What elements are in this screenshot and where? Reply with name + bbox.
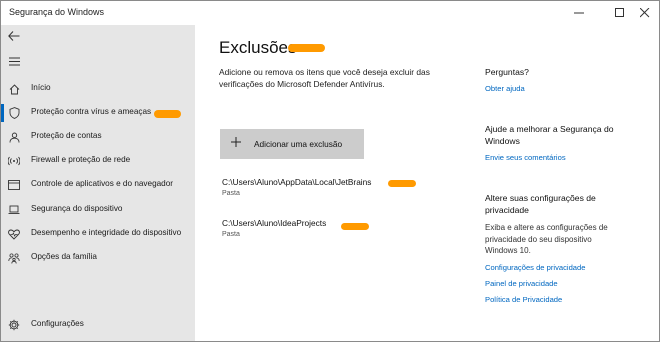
maximize-icon	[615, 8, 624, 17]
hamburger-menu-button[interactable]	[5, 52, 23, 70]
improve-heading: Ajude a melhorar a Segurança do Windows	[485, 124, 614, 146]
back-arrow-icon	[8, 31, 20, 41]
shield-icon	[8, 107, 20, 119]
sidebar-item-label: Desempenho e integridade do dispositivo	[31, 228, 182, 237]
family-icon	[8, 252, 20, 264]
sidebar-item-device-security[interactable]: Segurança do dispositivo	[1, 199, 195, 221]
add-exclusion-label: Adicionar uma exclusão	[254, 139, 343, 149]
privacy-heading: Altere suas configurações de privacidade	[485, 193, 596, 215]
redaction-mark	[288, 44, 325, 52]
back-button[interactable]	[5, 27, 23, 45]
plus-icon	[231, 137, 241, 147]
antenna-icon	[8, 155, 20, 167]
sidebar-item-label: Proteção contra vírus e ameaças	[31, 107, 152, 116]
sidebar-item-label: Proteção de contas	[31, 131, 102, 140]
app-window: Segurança do Windows Início Proteção con…	[0, 0, 660, 342]
sidebar-item-label: Início	[31, 83, 51, 92]
privacy-section: Altere suas configurações de privacidade…	[485, 192, 625, 305]
sidebar-item-family-options[interactable]: Opções da família	[1, 247, 195, 269]
sidebar-item-firewall[interactable]: Firewall e proteção de rede	[1, 150, 195, 172]
exclusion-item[interactable]: C:\Users\Aluno\AppData\Local\JetBrains P…	[222, 177, 462, 197]
exclusion-item[interactable]: C:\Users\Aluno\IdeaProjects Pasta	[222, 218, 462, 238]
page-title: Exclusões	[219, 38, 297, 57]
window-title: Segurança do Windows	[9, 7, 105, 17]
exclusion-type: Pasta	[222, 190, 240, 197]
page-description: Adicione ou remova os itens que você des…	[219, 67, 430, 89]
title-bar: Segurança do Windows	[1, 1, 659, 25]
sidebar-item-inicio[interactable]: Início	[1, 78, 195, 100]
close-button[interactable]	[630, 1, 659, 25]
main-content: Exclusões Adicione ou remova os itens qu…	[196, 25, 659, 341]
person-icon	[8, 131, 20, 143]
redaction-mark	[154, 110, 181, 118]
sidebar-item-account-protection[interactable]: Proteção de contas	[1, 126, 195, 148]
privacy-description: Exiba e altere as configurações de priva…	[485, 223, 608, 255]
hamburger-icon	[8, 57, 20, 65]
sidebar-item-label: Opções da família	[31, 252, 97, 261]
redaction-mark	[341, 223, 369, 230]
send-feedback-link[interactable]: Envie seus comentários	[485, 153, 625, 163]
exclusion-path: C:\Users\Aluno\AppData\Local\JetBrains	[222, 177, 372, 187]
sidebar-item-label: Firewall e proteção de rede	[31, 155, 131, 164]
sidebar-item-settings[interactable]: Configurações	[1, 314, 195, 336]
minimize-icon	[574, 12, 584, 14]
redaction-mark	[388, 180, 416, 187]
app-window-icon	[8, 179, 20, 191]
help-section: Perguntas? Obter ajuda	[485, 66, 625, 94]
heart-icon	[8, 228, 20, 240]
privacy-policy-link[interactable]: Política de Privacidade	[485, 295, 625, 305]
home-icon	[8, 83, 20, 95]
privacy-dashboard-link[interactable]: Painel de privacidade	[485, 279, 625, 289]
add-exclusion-button[interactable]: Adicionar uma exclusão	[220, 129, 364, 159]
questions-heading: Perguntas?	[485, 67, 529, 77]
sidebar-item-label: Controle de aplicativos e do navegador	[31, 179, 174, 188]
close-icon	[640, 8, 650, 18]
sidebar-item-device-performance[interactable]: Desempenho e integridade do dispositivo	[1, 223, 195, 245]
exclusion-type: Pasta	[222, 231, 240, 238]
sidebar-top	[1, 25, 195, 75]
sidebar-item-label: Configurações	[31, 319, 84, 328]
sidebar-item-virus-protection[interactable]: Proteção contra vírus e ameaças	[1, 102, 195, 124]
feedback-section: Ajude a melhorar a Segurança do Windows …	[485, 123, 625, 163]
privacy-settings-link[interactable]: Configurações de privacidade	[485, 263, 625, 273]
gear-icon	[8, 319, 20, 331]
sidebar-item-label: Segurança do dispositivo	[31, 204, 123, 213]
sidebar-item-app-browser-control[interactable]: Controle de aplicativos e do navegador	[1, 174, 195, 196]
get-help-link[interactable]: Obter ajuda	[485, 84, 625, 94]
sidebar: Início Proteção contra vírus e ameaças P…	[1, 25, 195, 341]
laptop-icon	[8, 204, 20, 216]
minimize-button[interactable]	[564, 1, 594, 25]
